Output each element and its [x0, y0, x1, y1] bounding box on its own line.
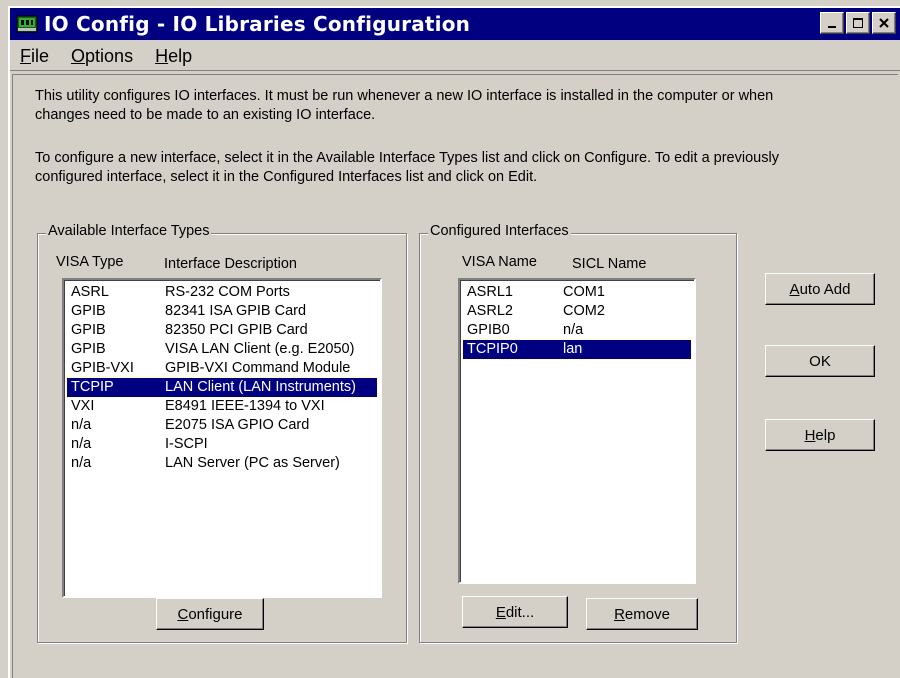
configured-interface-row[interactable]: TCPIP0 lan — [462, 339, 692, 360]
col-interface-description: Interface Description — [164, 256, 297, 272]
available-type-row-desc: I-SCPI — [165, 436, 208, 452]
configured-interfaces-group: Configured Interfaces VISA Name SICL Nam… — [419, 223, 737, 643]
configured-interface-row[interactable]: GPIB0 n/a — [463, 321, 691, 340]
minimize-button[interactable] — [820, 12, 844, 34]
available-type-row-type: VXI — [71, 398, 95, 414]
configured-interface-row-sicl: lan — [563, 341, 583, 357]
available-type-row-type: GPIB — [71, 341, 106, 357]
menu-help[interactable]: Help — [145, 46, 204, 67]
available-type-row[interactable]: n/a E2075 ISA GPIO Card — [67, 416, 377, 435]
available-type-row[interactable]: n/a I-SCPI — [67, 435, 377, 454]
maximize-button[interactable] — [846, 12, 870, 34]
content-area: This utility configures IO interfaces. I… — [12, 74, 898, 678]
menu-bar: File Options Help — [10, 42, 900, 71]
intro-line-1: This utility configures IO interfaces. I… — [35, 88, 774, 104]
configured-interface-row[interactable]: ASRL1 COM1 — [463, 283, 691, 302]
available-type-row-type: n/a — [71, 455, 92, 471]
intro-line-2: changes need to be made to an existing I… — [35, 107, 376, 123]
available-type-row-type: n/a — [71, 436, 92, 452]
configure-button[interactable]: Configure — [156, 598, 264, 630]
configured-interface-row-visa: TCPIP0 — [467, 341, 518, 357]
configured-interface-row-visa: ASRL1 — [467, 284, 513, 300]
configured-interface-row-visa: GPIB0 — [467, 322, 510, 338]
available-type-row-type: GPIB — [71, 322, 106, 338]
intro-text: This utility configures IO interfaces. I… — [35, 87, 875, 125]
available-type-row-type: TCPIP — [71, 379, 114, 395]
instructions-line-2: configured interface, select it in the C… — [35, 169, 538, 185]
title-bar[interactable]: IO Config - IO Libraries Configuration — [10, 8, 900, 40]
edit-button[interactable]: Edit... — [462, 596, 568, 628]
maximize-icon — [853, 18, 863, 28]
menu-options[interactable]: Options — [61, 46, 145, 67]
configured-interfaces-list[interactable]: ASRL1 COM1 ASRL2 COM2 GPIB0 n/a TCPIP0 lan — [458, 278, 696, 584]
available-type-row[interactable]: n/a LAN Server (PC as Server) — [67, 454, 377, 473]
col-visa-type: VISA Type — [56, 254, 124, 270]
col-visa-name: VISA Name — [462, 254, 537, 270]
configured-interface-row-sicl: n/a — [563, 322, 584, 338]
remove-button[interactable]: Remove — [586, 598, 698, 630]
auto-add-button[interactable]: Auto Add — [765, 273, 875, 305]
available-type-row-type: GPIB — [71, 303, 106, 319]
configured-interfaces-title: Configured Interfaces — [428, 223, 571, 239]
available-type-row[interactable]: VXI E8491 IEEE-1394 to VXI — [67, 397, 377, 416]
available-type-row[interactable]: TCPIP LAN Client (LAN Instruments) — [66, 377, 378, 398]
available-type-row-desc: GPIB-VXI Command Module — [165, 360, 351, 376]
close-icon — [879, 18, 889, 28]
window-title: IO Config - IO Libraries Configuration — [44, 12, 471, 36]
available-type-row-desc: 82350 PCI GPIB Card — [165, 322, 308, 338]
available-type-row-desc: E8491 IEEE-1394 to VXI — [165, 398, 325, 414]
instructions-line-1: To configure a new interface, select it … — [35, 150, 779, 166]
available-type-row-desc: RS-232 COM Ports — [165, 284, 290, 300]
available-type-row-desc: LAN Client (LAN Instruments) — [165, 379, 356, 395]
available-type-row-type: ASRL — [71, 284, 109, 300]
configured-interface-row-visa: ASRL2 — [467, 303, 513, 319]
available-types-group: Available Interface Types VISA Type Inte… — [37, 223, 407, 643]
ok-button[interactable]: OK — [765, 345, 875, 377]
minimize-icon — [828, 26, 836, 28]
help-button[interactable]: Help — [765, 419, 875, 451]
instructions-text: To configure a new interface, select it … — [35, 149, 875, 187]
available-type-row-desc: E2075 ISA GPIO Card — [165, 417, 310, 433]
menu-file[interactable]: File — [10, 46, 61, 67]
available-type-row[interactable]: GPIB 82341 ISA GPIB Card — [67, 302, 377, 321]
available-type-row-desc: 82341 ISA GPIB Card — [165, 303, 307, 319]
available-types-title: Available Interface Types — [46, 223, 212, 239]
available-type-row-type: GPIB-VXI — [71, 360, 134, 376]
available-type-row-desc: VISA LAN Client (e.g. E2050) — [165, 341, 355, 357]
available-type-row[interactable]: GPIB VISA LAN Client (e.g. E2050) — [67, 340, 377, 359]
close-button[interactable] — [872, 12, 896, 34]
available-type-row-type: n/a — [71, 417, 92, 433]
col-sicl-name: SICL Name — [572, 256, 647, 272]
available-type-row[interactable]: ASRL RS-232 COM Ports — [67, 283, 377, 302]
configured-interface-row-sicl: COM1 — [563, 284, 605, 300]
configured-interface-row-sicl: COM2 — [563, 303, 605, 319]
available-type-row[interactable]: GPIB-VXI GPIB-VXI Command Module — [67, 359, 377, 378]
available-type-row[interactable]: GPIB 82350 PCI GPIB Card — [67, 321, 377, 340]
app-icon — [16, 14, 38, 34]
available-type-row-desc: LAN Server (PC as Server) — [165, 455, 340, 471]
available-types-list[interactable]: ASRL RS-232 COM Ports GPIB 82341 ISA GPIB C… — [62, 278, 382, 598]
window-controls — [820, 12, 896, 34]
main-window: IO Config - IO Libraries Configuration F… — [8, 6, 900, 678]
configured-interface-row[interactable]: ASRL2 COM2 — [463, 302, 691, 321]
